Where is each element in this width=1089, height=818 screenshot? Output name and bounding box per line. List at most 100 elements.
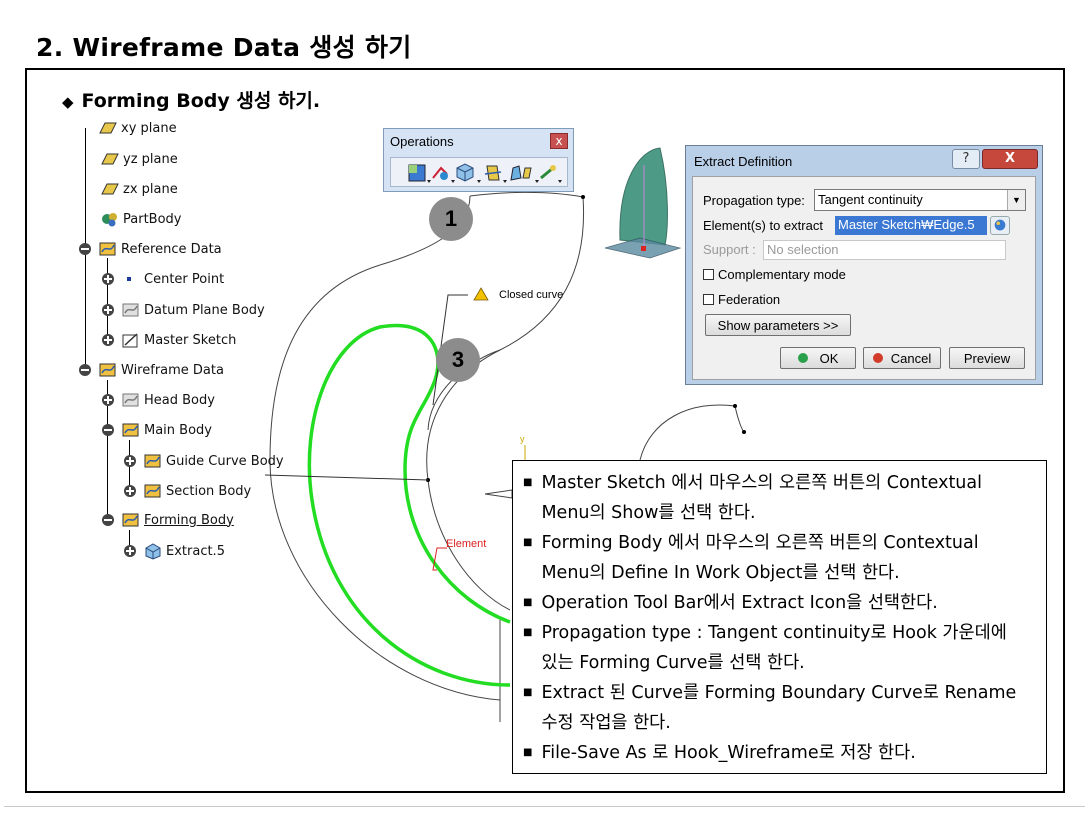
hook-outline-outer [269,195,501,701]
instruction-text: Propagation type : Tangent continuity로 H… [541,623,1007,673]
checkbox-icon[interactable] [703,269,714,280]
tree-item-label: Master Sketch [144,332,237,348]
tree-item-main-body[interactable]: Main Body [101,420,212,440]
point-icon [127,277,131,281]
expand-toggle-icon[interactable] [123,544,137,558]
federation-checkbox[interactable]: Federation [703,292,780,307]
callout-1: 1 [429,197,473,241]
forming-curve-highlight [307,323,511,687]
tree-item-section-body[interactable]: Section Body [123,481,251,501]
closed-curve-label: Closed curve [499,289,564,301]
instruction-text: Extract 된 Curve를 Forming Boundary Curve로… [541,683,1017,733]
tree-item-datum-plane-body[interactable]: Datum Plane Body [101,300,265,320]
federation-label: Federation [718,292,781,307]
complementary-mode-label: Complementary mode [718,267,846,282]
element-label: Element [446,538,487,550]
secondary-curve [639,404,745,461]
square-bullet-icon: ■ [523,687,533,698]
checkbox-icon[interactable] [703,294,714,305]
geometrical-set-icon [122,393,139,407]
tree-item-label: Forming Body [144,512,234,528]
cancel-status-icon [872,353,883,363]
tree-item-label: Datum Plane Body [144,302,265,318]
expand-toggle-icon[interactable] [123,454,137,468]
vertex-point [742,430,746,434]
multi-selection-icon[interactable] [990,216,1010,235]
extrapolate-icon[interactable] [540,165,556,180]
square-bullet-icon: ■ [523,597,533,608]
tree-item-center-point[interactable]: Center Point [101,269,224,289]
axis-y-label: y [520,434,525,444]
operations-toolbar-body [390,157,568,187]
plane-icon [101,153,119,165]
instruction-item: ■ Operation Tool Bar에서 Extract Icon을 선택한다… [523,588,1032,618]
extract-icon[interactable] [456,163,474,182]
tree-item-partbody[interactable]: PartBody [100,209,181,229]
propagation-type-select[interactable]: Tangent continuity ▼ [814,189,1026,211]
cancel-button[interactable]: Cancel [863,347,941,369]
geometrical-set-icon [99,363,116,377]
show-parameters-button[interactable]: Show parameters >> [705,314,851,336]
join-icon[interactable] [408,164,426,182]
tree-item-label: Extract.5 [166,543,225,559]
ok-button-label: OK [819,350,839,366]
cancel-button-label: Cancel [890,350,932,366]
tree-item-label: Main Body [144,422,212,438]
support-field: No selection [763,240,1006,260]
elements-to-extract-label: Element(s) to extract [703,218,823,233]
geometrical-set-icon [122,423,139,437]
tree-item-xy-plane[interactable]: xy plane [98,121,177,135]
extract-definition-dialog[interactable]: Extract Definition ? X Propagation type:… [685,145,1043,385]
vertex-point [581,195,585,199]
dialog-title: Extract Definition [694,154,793,169]
transform-icon[interactable] [510,165,532,181]
tree-item-head-body[interactable]: Head Body [101,390,215,410]
tree-item-forming-body[interactable]: Forming Body [101,510,234,530]
chevron-down-icon[interactable]: ▼ [1007,190,1025,210]
healing-icon[interactable] [432,166,448,180]
instruction-item: ■ Propagation type : Tangent continuity로 … [523,618,1032,678]
tree-item-label: Section Body [166,483,252,499]
instruction-item: ■ Forming Body 에서 마우스의 오른쪽 버튼의 Contextual… [523,528,1032,588]
tree-item-guide-curve-body[interactable]: Guide Curve Body [123,451,284,471]
close-icon[interactable]: x [550,133,568,149]
expand-toggle-icon[interactable] [101,333,115,347]
geometrical-set-icon [144,484,161,498]
tree-item-label: Reference Data [121,241,222,257]
tree-item-zx-plane[interactable]: zx plane [100,179,178,199]
tree-item-extract-5[interactable]: Extract.5 [123,541,225,561]
square-bullet-icon: ■ [523,627,533,638]
collapse-toggle-icon[interactable] [101,513,115,527]
tree-item-yz-plane[interactable]: yz plane [100,149,178,169]
preview-button[interactable]: Preview [949,347,1025,369]
collapse-toggle-icon[interactable] [78,363,92,377]
elements-to-extract-field[interactable]: Master Sketch₩Edge.5 [835,216,987,235]
operations-toolbar[interactable]: Operations x [383,128,574,192]
geometrical-set-icon [99,242,116,256]
plane-icon [99,122,117,134]
expand-toggle-icon[interactable] [123,484,137,498]
expand-toggle-icon[interactable] [101,272,115,286]
complementary-mode-checkbox[interactable]: Complementary mode [703,267,846,282]
split-icon[interactable] [484,165,502,181]
tree-item-label: Head Body [144,392,215,408]
collapse-toggle-icon[interactable] [78,242,92,256]
tree-item-wireframe-data[interactable]: Wireframe Data [78,360,224,380]
ok-status-icon [797,353,808,363]
dialog-close-button[interactable]: X [982,149,1038,169]
instruction-item: ■ Extract 된 Curve를 Forming Boundary Curve… [523,678,1032,738]
propagation-type-value: Tangent continuity [818,192,923,207]
instruction-item: ■ Master Sketch 에서 마우스의 오른쪽 버튼의 Contextua… [523,468,1032,528]
ok-button[interactable]: OK [780,347,856,369]
expand-toggle-icon[interactable] [101,393,115,407]
tree-item-master-sketch[interactable]: Master Sketch [101,330,236,350]
expand-toggle-icon[interactable] [101,303,115,317]
help-button[interactable]: ? [952,149,980,169]
tree-item-reference-data[interactable]: Reference Data [78,239,222,259]
geometrical-set-icon [122,303,139,317]
tree-item-label: Wireframe Data [121,362,224,378]
tree-item-label: PartBody [123,211,182,227]
tree-item-label: zx plane [123,181,178,197]
instruction-text: Master Sketch 에서 마우스의 오른쪽 버튼의 Contextual… [541,473,982,523]
collapse-toggle-icon[interactable] [101,423,115,437]
